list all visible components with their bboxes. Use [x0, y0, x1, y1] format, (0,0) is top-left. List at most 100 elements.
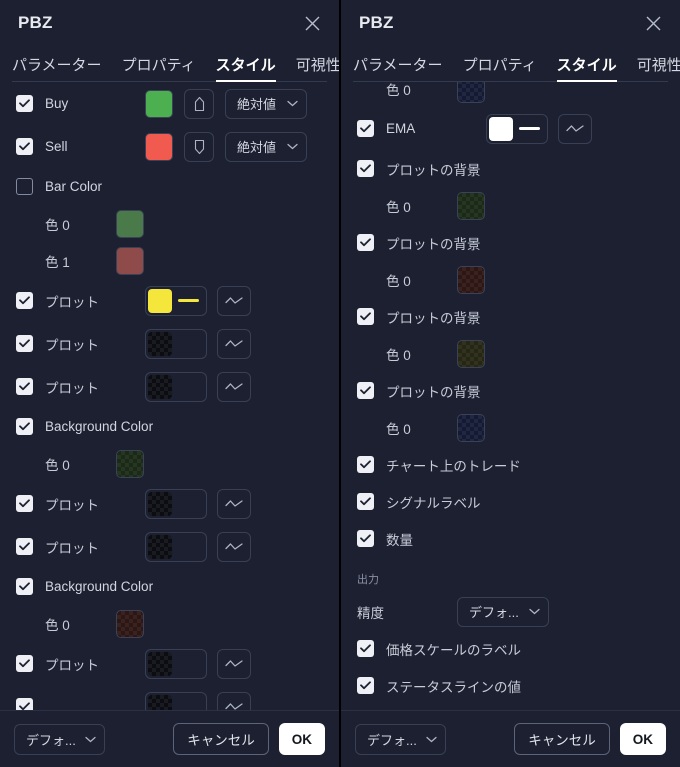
- checkbox-plot-7[interactable]: [16, 698, 33, 710]
- plot-color-line-control-2[interactable]: [145, 328, 207, 359]
- color-swatch-bar-1[interactable]: [116, 246, 144, 275]
- color-swatch-plot-2[interactable]: [148, 331, 172, 356]
- close-icon[interactable]: [299, 10, 325, 36]
- plot-color-line-control-3[interactable]: [145, 371, 207, 402]
- plot-color-line-control-6[interactable]: [145, 648, 207, 679]
- setting-row-trades-on-chart: チャート上のトレード: [357, 446, 666, 483]
- color-swatch-ema[interactable]: [489, 116, 513, 141]
- checkbox-plot-background-2[interactable]: [357, 234, 374, 251]
- settings-scroll-area-right[interactable]: 色 0 EMA プロットの背景 色 0 プロットの背景 色 0 プロットの背景 …: [341, 82, 680, 710]
- line-style-icon[interactable]: [217, 488, 251, 519]
- line-style-icon[interactable]: [217, 648, 251, 679]
- tab-properties-left[interactable]: プロパティ: [122, 54, 196, 82]
- color-swatch-pb4-0[interactable]: [457, 413, 485, 442]
- line-style-icon[interactable]: [217, 285, 251, 316]
- color-swatch-pb2-0[interactable]: [457, 265, 485, 294]
- plot-color-line-control-4[interactable]: [145, 488, 207, 519]
- plot-color-line-control-7[interactable]: [145, 691, 207, 710]
- setting-row-bar-color-1: 色 1: [16, 242, 325, 279]
- cancel-button-right[interactable]: キャンセル: [514, 723, 610, 755]
- line-style-icon[interactable]: [217, 328, 251, 359]
- checkbox-quantity[interactable]: [357, 530, 374, 547]
- tab-properties-right[interactable]: プロパティ: [463, 54, 537, 82]
- checkbox-bar-color[interactable]: [16, 178, 33, 195]
- color-swatch-pb3-0[interactable]: [457, 339, 485, 368]
- checkbox-buy[interactable]: [16, 95, 33, 112]
- setting-row-bar-color: Bar Color: [16, 168, 325, 205]
- color-swatch-buy[interactable]: [145, 89, 173, 118]
- color-swatch-plot-1[interactable]: [148, 288, 172, 313]
- arrow-down-marker-icon[interactable]: [184, 131, 214, 162]
- checkbox-plot-3[interactable]: [16, 378, 33, 395]
- line-style-icon[interactable]: [217, 371, 251, 402]
- line-style-icon[interactable]: [217, 531, 251, 562]
- checkbox-plot-2[interactable]: [16, 335, 33, 352]
- line-preview-plot-7: [178, 705, 199, 708]
- checkbox-plot-4[interactable]: [16, 495, 33, 512]
- setting-row-signal-labels: シグナルラベル: [357, 483, 666, 520]
- checkbox-plot-background-4[interactable]: [357, 382, 374, 399]
- select-precision[interactable]: デフォ...: [457, 596, 549, 627]
- dialog-tabs-right: パラメーター プロパティ スタイル 可視性: [341, 46, 680, 82]
- dialog-title-right: PBZ: [359, 13, 394, 32]
- checkbox-background-color-1[interactable]: [16, 418, 33, 435]
- close-icon[interactable]: [640, 10, 666, 36]
- color-swatch-bg2-0[interactable]: [116, 609, 144, 638]
- setting-row-plot-3: プロット: [16, 365, 325, 408]
- setting-row-precision: 精度 デフォ...: [357, 593, 666, 630]
- checkbox-signal-labels[interactable]: [357, 493, 374, 510]
- checkbox-plot-background-1[interactable]: [357, 160, 374, 177]
- checkbox-plot-background-3[interactable]: [357, 308, 374, 325]
- label-pb2-color-0: 色 0: [386, 273, 411, 289]
- color-swatch-plot-6[interactable]: [148, 651, 172, 676]
- color-swatch-plot-5[interactable]: [148, 534, 172, 559]
- tab-parameters-left[interactable]: パラメーター: [12, 54, 102, 82]
- label-plot-4: プロット: [45, 497, 99, 513]
- checkbox-plot-5[interactable]: [16, 538, 33, 555]
- select-buy-mode[interactable]: 絶対値: [225, 88, 307, 119]
- ok-button-right[interactable]: OK: [619, 723, 666, 755]
- color-swatch-clipped-top[interactable]: [457, 82, 485, 103]
- color-swatch-plot-3[interactable]: [148, 374, 172, 399]
- tab-visibility-left[interactable]: 可視性: [296, 54, 339, 82]
- checkbox-background-color-2[interactable]: [16, 578, 33, 595]
- checkbox-plot-1[interactable]: [16, 292, 33, 309]
- setting-row-background-color-2: Background Color: [16, 568, 325, 605]
- line-style-icon[interactable]: [558, 113, 592, 144]
- label-plot-6: プロット: [45, 657, 99, 673]
- color-swatch-plot-7[interactable]: [148, 694, 172, 710]
- label-plot-background-3: プロットの背景: [386, 310, 481, 326]
- ok-button-left[interactable]: OK: [278, 723, 325, 755]
- checkbox-plot-6[interactable]: [16, 655, 33, 672]
- plot-color-line-control-1[interactable]: [145, 285, 207, 316]
- arrow-up-marker-icon[interactable]: [184, 88, 214, 119]
- line-style-icon[interactable]: [217, 691, 251, 710]
- color-swatch-bg1-0[interactable]: [116, 449, 144, 478]
- line-preview-plot-6: [178, 662, 199, 665]
- color-swatch-plot-4[interactable]: [148, 491, 172, 516]
- tab-visibility-right[interactable]: 可視性: [637, 54, 680, 82]
- defaults-dropdown-left[interactable]: デフォ...: [14, 723, 105, 755]
- settings-scroll-area-left[interactable]: Buy 絶対値 Sell 絶対値 Bar Color 色 0 色 1 プロット …: [0, 82, 339, 710]
- setting-row-buy: Buy 絶対値: [16, 82, 325, 125]
- tab-style-right[interactable]: スタイル: [556, 54, 617, 82]
- defaults-dropdown-right[interactable]: デフォ...: [355, 723, 446, 755]
- checkbox-sell[interactable]: [16, 138, 33, 155]
- setting-row-bg2-color-0: 色 0: [16, 605, 325, 642]
- select-sell-mode[interactable]: 絶対値: [225, 131, 307, 162]
- setting-row-color-0-clipped: 色 0: [357, 82, 666, 107]
- color-swatch-sell[interactable]: [145, 132, 173, 161]
- plot-color-line-control-5[interactable]: [145, 531, 207, 562]
- defaults-dropdown-label-right: デフォ...: [367, 732, 417, 748]
- checkbox-price-scale-label[interactable]: [357, 640, 374, 657]
- tab-style-left[interactable]: スタイル: [215, 54, 276, 82]
- tab-parameters-right[interactable]: パラメーター: [353, 54, 443, 82]
- select-sell-mode-value: 絶対値: [237, 140, 277, 155]
- plot-color-line-control-ema[interactable]: [486, 113, 548, 144]
- cancel-button-left[interactable]: キャンセル: [173, 723, 269, 755]
- checkbox-status-line-value[interactable]: [357, 677, 374, 694]
- checkbox-trades-on-chart[interactable]: [357, 456, 374, 473]
- color-swatch-bar-0[interactable]: [116, 209, 144, 238]
- checkbox-ema[interactable]: [357, 120, 374, 137]
- color-swatch-pb1-0[interactable]: [457, 191, 485, 220]
